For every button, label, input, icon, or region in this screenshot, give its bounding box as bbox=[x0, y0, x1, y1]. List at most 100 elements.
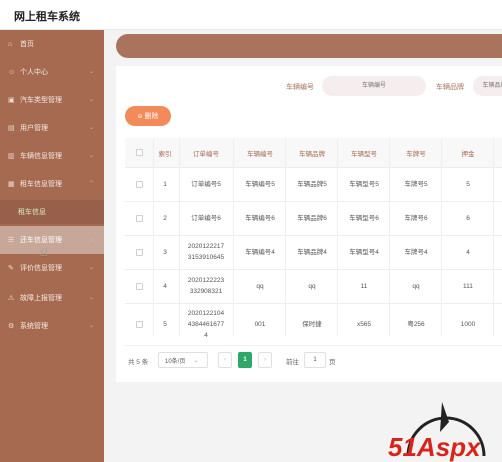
vehicle-no-label: 车辆编号 bbox=[286, 84, 314, 91]
cell-plate: qq bbox=[412, 283, 420, 290]
sidebar-item-vehicles[interactable]: ▥ 车辆信息管理 ⌄ bbox=[0, 142, 104, 170]
watermark-logo: 51Aspx bbox=[388, 402, 486, 462]
cell-model: 车辆型号6 bbox=[349, 215, 379, 222]
car-icon: ▣ bbox=[8, 97, 15, 104]
page-size-select[interactable]: 10条/页 ⌄ bbox=[158, 352, 208, 368]
delete-button[interactable]: ⊖ 删除 bbox=[125, 106, 171, 126]
sidebar-item-fault-reports[interactable]: ⚠ 故障上报管理 ⌄ bbox=[0, 284, 104, 312]
sidebar-subitem-rental-info[interactable]: 租车信息 bbox=[0, 200, 104, 224]
column-header: 车牌号 bbox=[406, 151, 426, 158]
page-size-value: 10条/页 bbox=[165, 358, 186, 365]
cell-vehicle-no: 001 bbox=[254, 321, 266, 328]
home-icon: ⌂ bbox=[8, 40, 13, 48]
cell-plate: 车牌号5 bbox=[404, 181, 428, 188]
sidebar-item-reviews[interactable]: ✎ 评价信息管理 ⌄ bbox=[0, 254, 104, 282]
comment-icon: ✎ bbox=[8, 265, 14, 272]
cell-plate: 车牌号6 bbox=[404, 215, 428, 222]
chevron-up-icon: ⌃ bbox=[88, 181, 94, 187]
app-title: 网上租车系统 bbox=[14, 11, 80, 23]
row-checkbox[interactable] bbox=[136, 181, 143, 188]
user-icon: ☺ bbox=[8, 68, 16, 76]
cell-order-no-line1: 2020122223 bbox=[187, 277, 225, 284]
row-checkbox[interactable] bbox=[136, 321, 143, 328]
prev-page-button[interactable]: ‹ bbox=[218, 352, 232, 368]
sidebar-item-personal-center[interactable]: ☺ 个人中心 ⌄ bbox=[0, 58, 104, 86]
row-checkbox[interactable] bbox=[136, 215, 143, 222]
sidebar-item-rentals[interactable]: ▦ 租车信息管理 ⌃ bbox=[0, 170, 104, 198]
sidebar-item-car-type[interactable]: ▣ 汽车类型管理 ⌄ bbox=[0, 86, 104, 114]
users-icon: ▤ bbox=[8, 125, 15, 132]
column-header: 订单编号 bbox=[193, 151, 219, 158]
sidebar-item-label: 评价信息管理 bbox=[20, 265, 62, 272]
sidebar-item-label: 车辆信息管理 bbox=[20, 153, 62, 160]
column-header: 车辆品牌 bbox=[299, 151, 325, 158]
cell-index: 4 bbox=[163, 283, 167, 290]
cell-deposit: 4 bbox=[466, 249, 470, 256]
cell-vehicle-no: 车辆编号4 bbox=[245, 249, 275, 256]
table-row[interactable]: 2 订单编号6 车辆编号6 车辆品牌6 车辆型号6 车牌号6 6 bbox=[125, 202, 502, 236]
page-1-button[interactable]: 1 bbox=[238, 352, 252, 368]
cell-order-no: 订单编号6 bbox=[191, 215, 221, 222]
cell-brand: qq bbox=[308, 283, 316, 290]
cell-order-no-line1: 2020122217 bbox=[187, 243, 225, 250]
column-header: 车辆型号 bbox=[351, 151, 377, 158]
sidebar-item-home[interactable]: ⌂ 首页 bbox=[0, 30, 104, 58]
chevron-down-icon: ⌄ bbox=[88, 97, 94, 103]
cell-deposit: 6 bbox=[466, 215, 470, 222]
page-suffix: 页 bbox=[329, 359, 336, 366]
sidebar: ⌂ 首页 ☺ 个人中心 ⌄ ▣ 汽车类型管理 ⌄ ▤ 用户管理 ⌄ ▥ 车辆信息… bbox=[0, 30, 104, 462]
chevron-down-icon: ⌄ bbox=[88, 323, 94, 329]
row-checkbox[interactable] bbox=[136, 249, 143, 256]
table-row[interactable]: 3 2020122217 3153910645 车辆编号4 车辆品牌4 车辆型号… bbox=[125, 236, 502, 270]
goto-page-input[interactable]: 1 bbox=[304, 352, 326, 368]
cell-vehicle-no: qq bbox=[256, 283, 264, 290]
column-header: 索引 bbox=[158, 151, 172, 158]
watermark-text: 51Aspx bbox=[388, 432, 482, 462]
vehicle-no-input[interactable] bbox=[322, 76, 426, 96]
table-row[interactable]: 5 2020122104 4384461677 4 001 保时捷 x565 粤… bbox=[125, 304, 502, 346]
chevron-down-icon: ⌄ bbox=[88, 69, 94, 75]
table-row[interactable]: 4 2020122223 332908321 qq qq 11 qq 111 bbox=[125, 270, 502, 304]
cell-index: 2 bbox=[163, 215, 167, 222]
cell-order-no-line2: 3153910645 bbox=[187, 254, 225, 261]
delete-label: 删除 bbox=[144, 113, 159, 120]
sidebar-item-returns[interactable]: ☰ 还车信息管理 ⌄ bbox=[0, 226, 104, 254]
table-header: 索引 订单编号 车辆编号 车辆品牌 车辆型号 车牌号 押金 日 bbox=[125, 138, 502, 168]
sidebar-item-users[interactable]: ▤ 用户管理 ⌄ bbox=[0, 114, 104, 142]
sidebar-item-system[interactable]: ⚙ 系统管理 ⌄ bbox=[0, 312, 104, 340]
sidebar-item-label: 系统管理 bbox=[20, 323, 48, 330]
cell-index: 5 bbox=[163, 321, 167, 328]
cell-brand: 车辆品牌4 bbox=[297, 249, 327, 256]
cell-order-no-line1: 2020122104 bbox=[187, 310, 225, 317]
delete-icon: ⊖ bbox=[137, 113, 143, 120]
vehicle-icon: ▥ bbox=[8, 153, 15, 160]
cell-order-no-line2: 332908321 bbox=[189, 288, 223, 295]
chevron-down-icon: ⌄ bbox=[88, 125, 94, 131]
cell-vehicle-no: 车辆编号6 bbox=[245, 215, 275, 222]
cell-model: 车辆型号5 bbox=[349, 181, 379, 188]
sidebar-item-label: 个人中心 bbox=[20, 69, 48, 76]
cell-index: 1 bbox=[163, 181, 167, 188]
chevron-down-icon: ⌄ bbox=[88, 153, 94, 159]
next-page-button[interactable]: › bbox=[258, 352, 272, 368]
brand-label: 车辆品牌 bbox=[436, 84, 464, 91]
sidebar-item-label: 租车信息管理 bbox=[20, 181, 62, 188]
sidebar-item-label: 还车信息管理 bbox=[20, 237, 62, 244]
main-panel: 车辆编号 车辆品牌 ⊖ 删除 索引 订单编号 车辆编号 车辆品牌 车辆型号 车牌… bbox=[116, 66, 502, 382]
breadcrumb-bar bbox=[116, 34, 502, 58]
cell-order-no: 订单编号5 bbox=[191, 181, 221, 188]
sidebar-item-label: 首页 bbox=[20, 41, 34, 48]
brand-input[interactable] bbox=[473, 76, 502, 96]
cell-brand: 保时捷 bbox=[302, 321, 322, 328]
cell-plate: 车牌号4 bbox=[404, 249, 428, 256]
cell-model: 11 bbox=[360, 283, 368, 290]
row-checkbox[interactable] bbox=[136, 283, 143, 290]
return-icon: ☰ bbox=[8, 237, 15, 244]
mouse-pointer-icon: ☝ bbox=[40, 245, 48, 259]
select-all-checkbox[interactable] bbox=[136, 149, 143, 156]
table-row[interactable]: 1 订单编号5 车辆编号5 车辆品牌5 车辆型号5 车牌号5 5 bbox=[125, 168, 502, 202]
cell-brand: 车辆品牌6 bbox=[297, 215, 327, 222]
cell-plate: 粤256 bbox=[407, 321, 425, 328]
goto-label: 前往 bbox=[286, 359, 299, 366]
column-header: 押金 bbox=[461, 151, 475, 158]
